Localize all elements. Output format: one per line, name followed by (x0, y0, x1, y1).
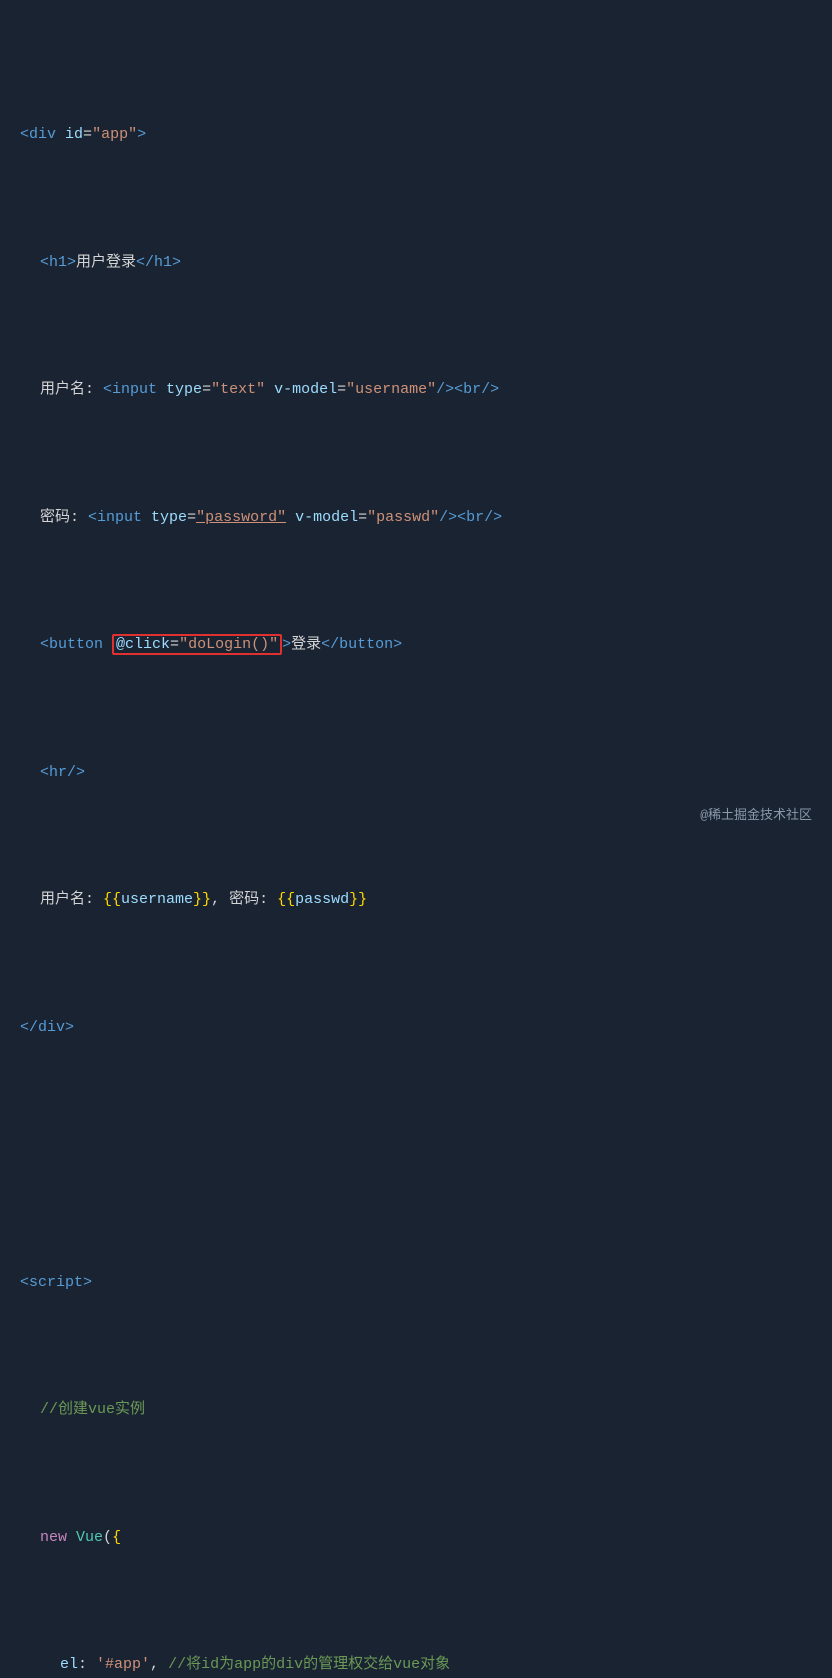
line-div-open: <div id="app"> (20, 122, 812, 148)
watermark: @稀土掘金技术社区 (700, 805, 812, 827)
line-password-input: 密码: <input type="password" v-model="pass… (20, 505, 812, 531)
line-button: <button @click="doLogin()">登录</button> (20, 632, 812, 658)
line-username-input: 用户名: <input type="text" v-model="usernam… (20, 377, 812, 403)
line-script-open: <script> (20, 1270, 812, 1296)
line-hr: <hr/> (20, 760, 812, 786)
line-comment-create: //创建vue实例 (20, 1397, 812, 1423)
line-div-close: </div> (20, 1015, 812, 1041)
line-h1: <h1>用户登录</h1> (20, 250, 812, 276)
line-blank (20, 1142, 812, 1168)
line-template-vars: 用户名: {{username}}, 密码: {{passwd}} (20, 887, 812, 913)
code-editor: <div id="app"> <h1>用户登录</h1> 用户名: <input… (0, 10, 832, 1678)
line-el-prop: el: '#app', //将id为app的div的管理权交给vue对象 (20, 1652, 812, 1678)
line-new-vue: new Vue({ (20, 1525, 812, 1551)
